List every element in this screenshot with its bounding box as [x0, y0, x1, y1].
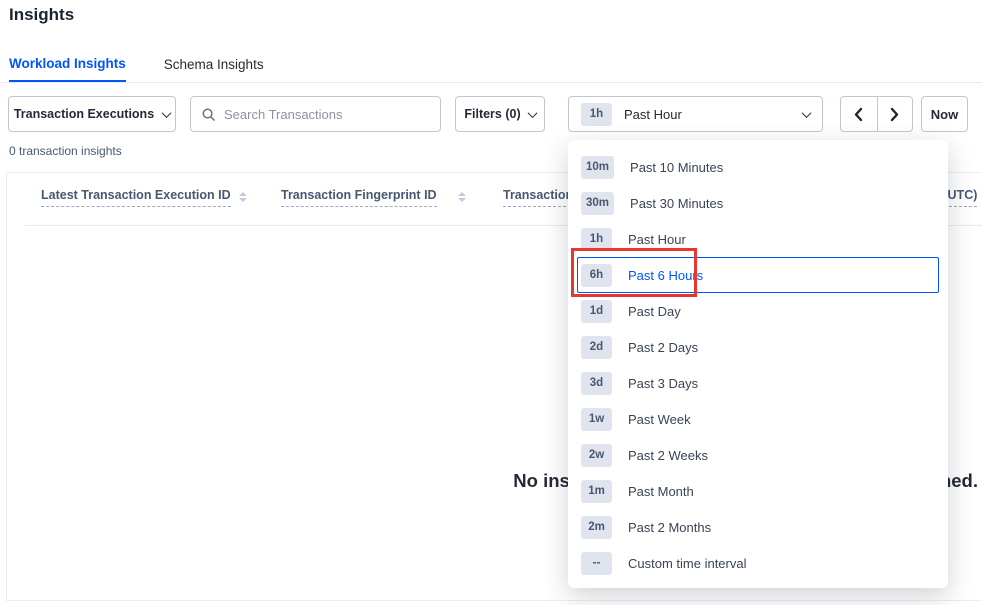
interval-badge: --: [581, 552, 612, 575]
interval-label: Past 10 Minutes: [630, 160, 723, 175]
menu-item-past-2-days[interactable]: 2d Past 2 Days: [577, 329, 939, 365]
sort-icon[interactable]: [458, 192, 466, 202]
interval-badge: 3d: [581, 372, 612, 395]
time-interval-menu: 10m Past 10 Minutes 30m Past 30 Minutes …: [568, 140, 948, 588]
interval-label: Past 3 Days: [628, 376, 698, 391]
now-label: Now: [931, 107, 958, 122]
interval-label: Past Month: [628, 484, 694, 499]
menu-item-past-week[interactable]: 1w Past Week: [577, 401, 939, 437]
column-header-latest-transaction-execution-id[interactable]: Latest Transaction Execution ID: [41, 188, 231, 207]
menu-item-past-2-months[interactable]: 2m Past 2 Months: [577, 509, 939, 545]
interval-label: Past 2 Weeks: [628, 448, 708, 463]
menu-item-past-3-days[interactable]: 3d Past 3 Days: [577, 365, 939, 401]
menu-item-past-day[interactable]: 1d Past Day: [577, 293, 939, 329]
time-interval-dropdown[interactable]: 1h Past Hour: [568, 96, 823, 132]
menu-item-past-30-minutes[interactable]: 30m Past 30 Minutes: [577, 185, 939, 221]
transaction-type-dropdown[interactable]: Transaction Executions: [8, 96, 176, 132]
tab-label: Workload Insights: [9, 56, 126, 71]
next-interval-button[interactable]: [877, 97, 913, 131]
interval-badge: 30m: [581, 192, 614, 215]
interval-badge: 6h: [581, 264, 612, 287]
time-interval-label: Past Hour: [624, 107, 682, 122]
interval-badge: 2w: [581, 444, 612, 467]
tab-workload-insights[interactable]: Workload Insights: [9, 46, 126, 82]
menu-item-past-hour[interactable]: 1h Past Hour: [577, 221, 939, 257]
insights-count: 0 transaction insights: [9, 144, 122, 158]
page-title: Insights: [9, 5, 74, 25]
tab-label: Schema Insights: [164, 57, 264, 72]
menu-item-past-10-minutes[interactable]: 10m Past 10 Minutes: [577, 149, 939, 185]
search-input[interactable]: [224, 107, 430, 122]
menu-item-custom-time-interval[interactable]: -- Custom time interval: [577, 545, 939, 581]
previous-interval-button[interactable]: [841, 97, 877, 131]
interval-badge: 1m: [581, 480, 612, 503]
interval-badge: 10m: [581, 156, 614, 179]
interval-label: Past 2 Months: [628, 520, 711, 535]
interval-label: Past 6 Hours: [628, 268, 703, 283]
interval-label: Past 30 Minutes: [630, 196, 723, 211]
search-icon: [201, 107, 216, 122]
interval-badge: 1d: [581, 300, 612, 323]
interval-badge: 1h: [581, 228, 612, 251]
time-interval-badge: 1h: [581, 103, 612, 126]
sort-icon[interactable]: [239, 192, 247, 202]
interval-badge: 2d: [581, 336, 612, 359]
interval-badge: 2m: [581, 516, 612, 539]
chevron-left-icon: [853, 107, 864, 122]
interval-label: Past 2 Days: [628, 340, 698, 355]
filters-button[interactable]: Filters (0): [455, 96, 545, 132]
interval-label: Past Day: [628, 304, 681, 319]
interval-label: Past Week: [628, 412, 691, 427]
chevron-down-icon: [802, 108, 812, 118]
chevron-down-icon: [527, 108, 537, 118]
now-button[interactable]: Now: [921, 96, 968, 132]
tab-schema-insights[interactable]: Schema Insights: [164, 46, 264, 82]
search-input-wrap[interactable]: [190, 96, 441, 132]
menu-item-past-6-hours[interactable]: 6h Past 6 Hours: [577, 257, 939, 293]
interval-label: Past Hour: [628, 232, 686, 247]
chevron-down-icon: [162, 108, 172, 118]
menu-item-past-month[interactable]: 1m Past Month: [577, 473, 939, 509]
chevron-right-icon: [889, 107, 900, 122]
transaction-type-label: Transaction Executions: [14, 107, 154, 121]
tabs-bar: Workload Insights Schema Insights: [0, 46, 982, 83]
interval-label: Custom time interval: [628, 556, 746, 571]
interval-badge: 1w: [581, 408, 612, 431]
column-header-transaction-fingerprint-id[interactable]: Transaction Fingerprint ID: [281, 188, 437, 207]
filters-label: Filters (0): [464, 107, 520, 121]
menu-item-past-2-weeks[interactable]: 2w Past 2 Weeks: [577, 437, 939, 473]
insights-page: Insights Workload Insights Schema Insigh…: [0, 0, 982, 605]
time-arrow-group: [840, 96, 913, 132]
